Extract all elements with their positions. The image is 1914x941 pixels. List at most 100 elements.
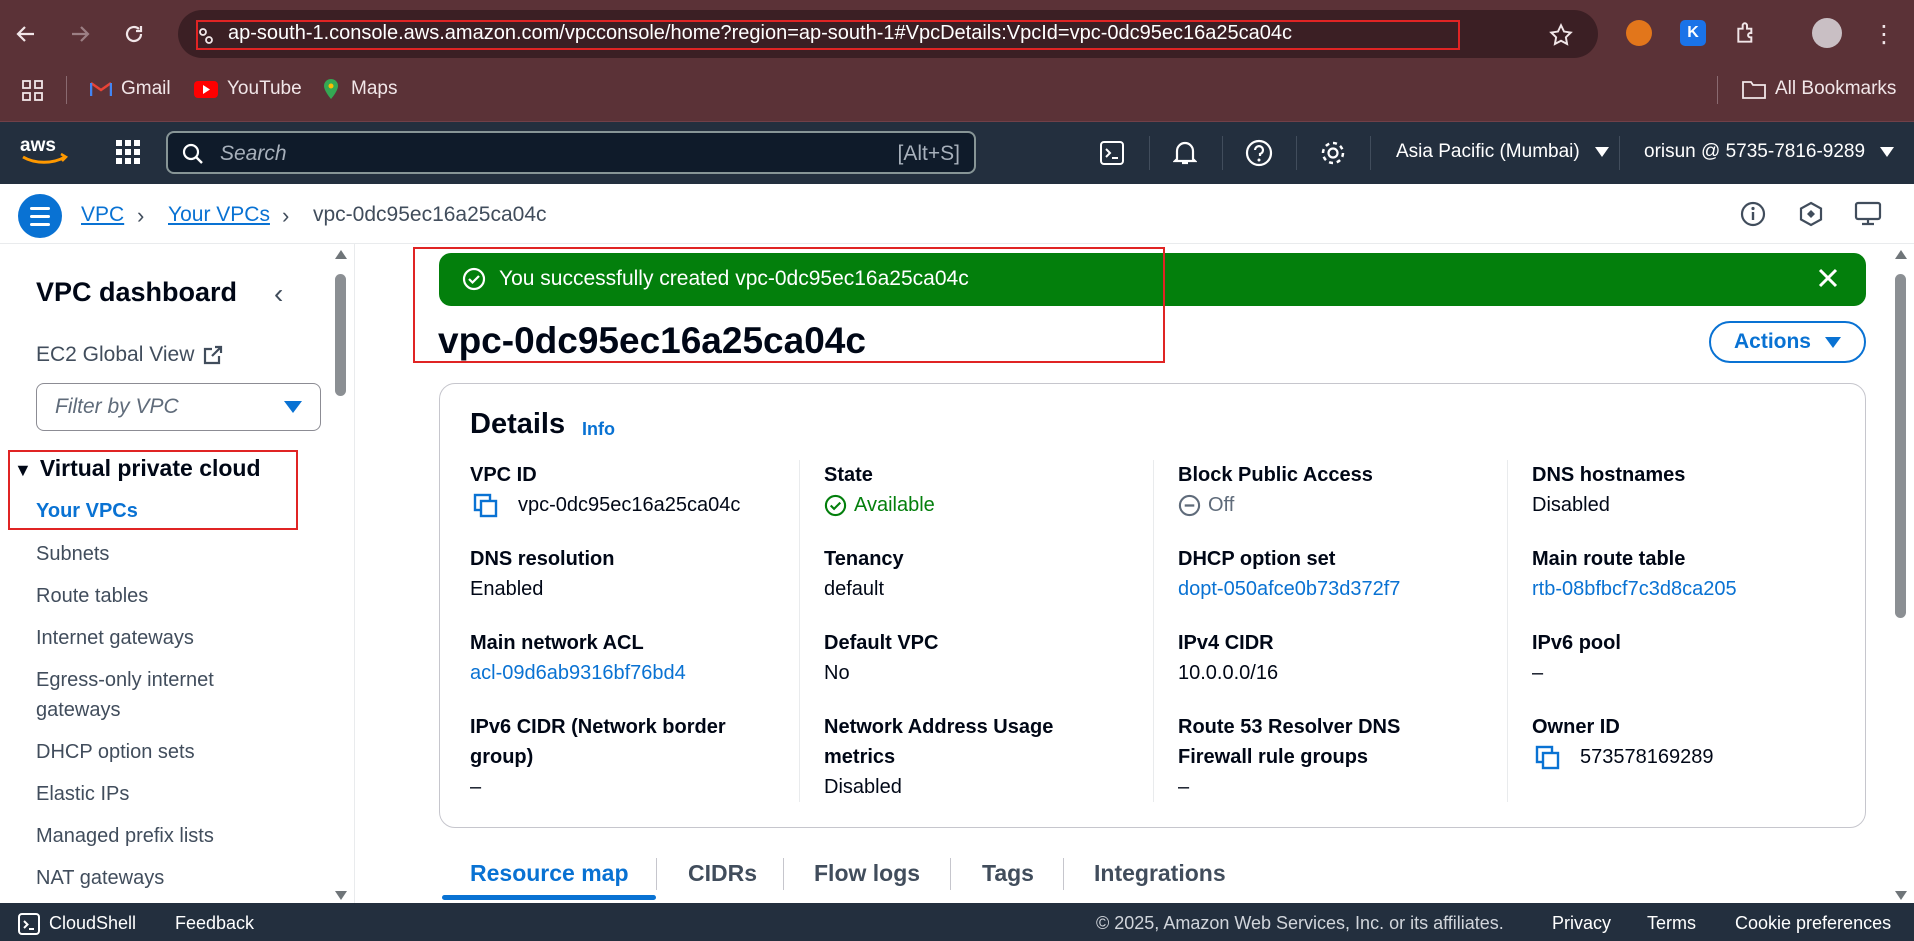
field-label-tenancy: Tenancy bbox=[824, 548, 904, 570]
console-footer bbox=[0, 903, 1914, 941]
bookmark-gmail[interactable]: Gmail bbox=[90, 78, 171, 100]
collapse-sidebar-icon[interactable]: ‹ bbox=[274, 278, 283, 310]
terms-link[interactable]: Terms bbox=[1647, 913, 1696, 934]
metamask-extension-icon[interactable] bbox=[1626, 20, 1652, 46]
main-scrollbar[interactable] bbox=[1892, 250, 1910, 900]
field-label-block-public-access: Block Public Access bbox=[1178, 464, 1373, 486]
extensions-puzzle-icon[interactable] bbox=[1734, 20, 1760, 51]
bookmark-youtube[interactable]: YouTube bbox=[194, 78, 302, 100]
actions-button[interactable]: Actions bbox=[1709, 321, 1866, 363]
details-info-link[interactable]: Info bbox=[582, 419, 615, 440]
bookmark-star-icon[interactable] bbox=[1548, 22, 1574, 53]
info-panel-icon[interactable] bbox=[1740, 201, 1766, 232]
help-icon[interactable] bbox=[1244, 138, 1274, 168]
sidebar-item-internet-gateways[interactable]: Internet gateways bbox=[36, 623, 194, 653]
copy-icon[interactable] bbox=[1534, 744, 1562, 772]
sidebar-highlight-box bbox=[8, 450, 298, 530]
tab-divider bbox=[656, 858, 657, 890]
tab-flow-logs[interactable]: Flow logs bbox=[814, 860, 920, 887]
nav-divider bbox=[1619, 136, 1620, 170]
active-tab-indicator bbox=[442, 895, 656, 900]
dhcp-option-set-link[interactable]: dopt-050afce0b73d372f7 bbox=[1178, 574, 1400, 604]
reload-icon bbox=[125, 25, 143, 43]
all-bookmarks[interactable]: All Bookmarks bbox=[1742, 78, 1896, 100]
side-nav-toggle-button[interactable] bbox=[18, 194, 62, 238]
close-icon[interactable] bbox=[1813, 263, 1843, 293]
sidebar-item-egress-only-internet-gateways[interactable]: Egress-only internet gateways bbox=[36, 665, 266, 725]
tab-integrations[interactable]: Integrations bbox=[1094, 860, 1226, 887]
tab-resource-map[interactable]: Resource map bbox=[470, 860, 629, 887]
field-value-network-address-usage: Disabled bbox=[824, 776, 902, 798]
sidebar-item-subnets[interactable]: Subnets bbox=[36, 539, 109, 569]
nav-divider bbox=[1370, 136, 1371, 170]
arrow-right-icon bbox=[72, 26, 90, 42]
cookie-preferences-link[interactable]: Cookie preferences bbox=[1735, 913, 1891, 934]
reload-button[interactable] bbox=[114, 14, 154, 54]
youtube-icon bbox=[194, 80, 218, 98]
tab-cidrs[interactable]: CIDRs bbox=[688, 860, 757, 887]
feedback-link[interactable]: Feedback bbox=[175, 913, 254, 934]
field-value-ipv4-cidr: 10.0.0.0/16 bbox=[1178, 662, 1279, 684]
column-divider bbox=[799, 460, 800, 802]
region-selector[interactable]: Asia Pacific (Mumbai) bbox=[1396, 141, 1609, 163]
security-hexagon-icon[interactable] bbox=[1798, 201, 1824, 232]
ec2-global-view-link[interactable]: EC2 Global View bbox=[36, 343, 224, 367]
cloudshell-link[interactable]: CloudShell bbox=[49, 913, 136, 934]
breadcrumb-your-vpcs[interactable]: Your VPCs bbox=[168, 203, 270, 227]
sidebar-item-managed-prefix-lists[interactable]: Managed prefix lists bbox=[36, 821, 214, 851]
sidebar-scrollbar[interactable] bbox=[332, 250, 350, 900]
settings-gear-icon[interactable] bbox=[1318, 138, 1348, 168]
copyright-text: © 2025, Amazon Web Services, Inc. or its… bbox=[1096, 913, 1504, 933]
forward-button[interactable] bbox=[60, 14, 100, 54]
k-extension-icon[interactable]: K bbox=[1680, 20, 1706, 46]
breadcrumb-current: vpc-0dc95ec16a25ca04c bbox=[313, 203, 547, 226]
field-value-state: Available bbox=[854, 494, 935, 516]
services-grid-icon[interactable] bbox=[114, 138, 142, 171]
profile-avatar[interactable] bbox=[1812, 18, 1842, 48]
caret-down-icon bbox=[1825, 336, 1841, 348]
cloudshell-footer-icon[interactable] bbox=[18, 913, 40, 940]
sidebar-item-dhcp-option-sets[interactable]: DHCP option sets bbox=[36, 737, 195, 767]
maps-icon bbox=[324, 79, 338, 99]
title-highlight-box bbox=[413, 247, 1165, 363]
filter-by-vpc-select[interactable]: Filter by VPC bbox=[36, 383, 321, 431]
screen-feedback-icon[interactable] bbox=[1854, 201, 1882, 232]
notifications-bell-icon[interactable] bbox=[1170, 138, 1200, 168]
tab-tags[interactable]: Tags bbox=[982, 860, 1034, 887]
caret-down-icon bbox=[1880, 146, 1895, 157]
field-label-ipv6-cidr: IPv6 CIDR (Network border group) bbox=[470, 716, 726, 768]
privacy-link[interactable]: Privacy bbox=[1552, 913, 1611, 934]
sidebar-item-route-tables[interactable]: Route tables bbox=[36, 581, 148, 611]
bookmark-maps[interactable]: Maps bbox=[320, 78, 397, 100]
external-link-icon bbox=[204, 345, 223, 365]
field-label-route53-resolver: Route 53 Resolver DNS Firewall rule grou… bbox=[1178, 716, 1401, 768]
breadcrumb-vpc[interactable]: VPC bbox=[81, 203, 124, 227]
field-label-dns-resolution: DNS resolution bbox=[470, 548, 615, 570]
caret-down-icon bbox=[1595, 146, 1609, 157]
main-network-acl-link[interactable]: acl-09d6ab9316bf76bd4 bbox=[470, 658, 686, 688]
chevron-right-icon: › bbox=[282, 203, 290, 228]
status-check-icon bbox=[824, 494, 847, 517]
back-button[interactable] bbox=[6, 14, 46, 54]
field-value-vpc-id: vpc-0dc95ec16a25ca04c bbox=[518, 494, 741, 516]
field-label-vpc-id: VPC ID bbox=[470, 464, 537, 486]
browser-menu-icon[interactable]: ⋮ bbox=[1872, 20, 1896, 49]
sidebar-item-elastic-ips[interactable]: Elastic IPs bbox=[36, 779, 129, 809]
search-icon bbox=[182, 143, 203, 164]
aws-search-input[interactable]: Search [Alt+S] bbox=[166, 131, 976, 174]
cloudshell-icon[interactable] bbox=[1097, 138, 1127, 168]
bookmarks-divider-right bbox=[1717, 76, 1718, 104]
aws-logo[interactable]: aws bbox=[20, 134, 70, 171]
account-menu[interactable]: orisun @ 5735-7816-9289 bbox=[1644, 141, 1895, 163]
field-value-ipv6-pool: – bbox=[1532, 662, 1544, 684]
apps-grid-icon[interactable] bbox=[22, 80, 44, 107]
sidebar-title[interactable]: VPC dashboard bbox=[36, 277, 237, 308]
folder-icon bbox=[1742, 81, 1766, 99]
nav-divider bbox=[1149, 136, 1150, 170]
field-value-block-public-access: Off bbox=[1208, 494, 1235, 516]
field-value-dns-hostnames: Disabled bbox=[1532, 494, 1610, 516]
sidebar-item-nat-gateways[interactable]: NAT gateways bbox=[36, 863, 164, 893]
copy-icon[interactable] bbox=[472, 492, 500, 520]
main-route-table-link[interactable]: rtb-08bfbcf7c3d8ca205 bbox=[1532, 574, 1737, 604]
search-shortcut: [Alt+S] bbox=[897, 142, 960, 165]
